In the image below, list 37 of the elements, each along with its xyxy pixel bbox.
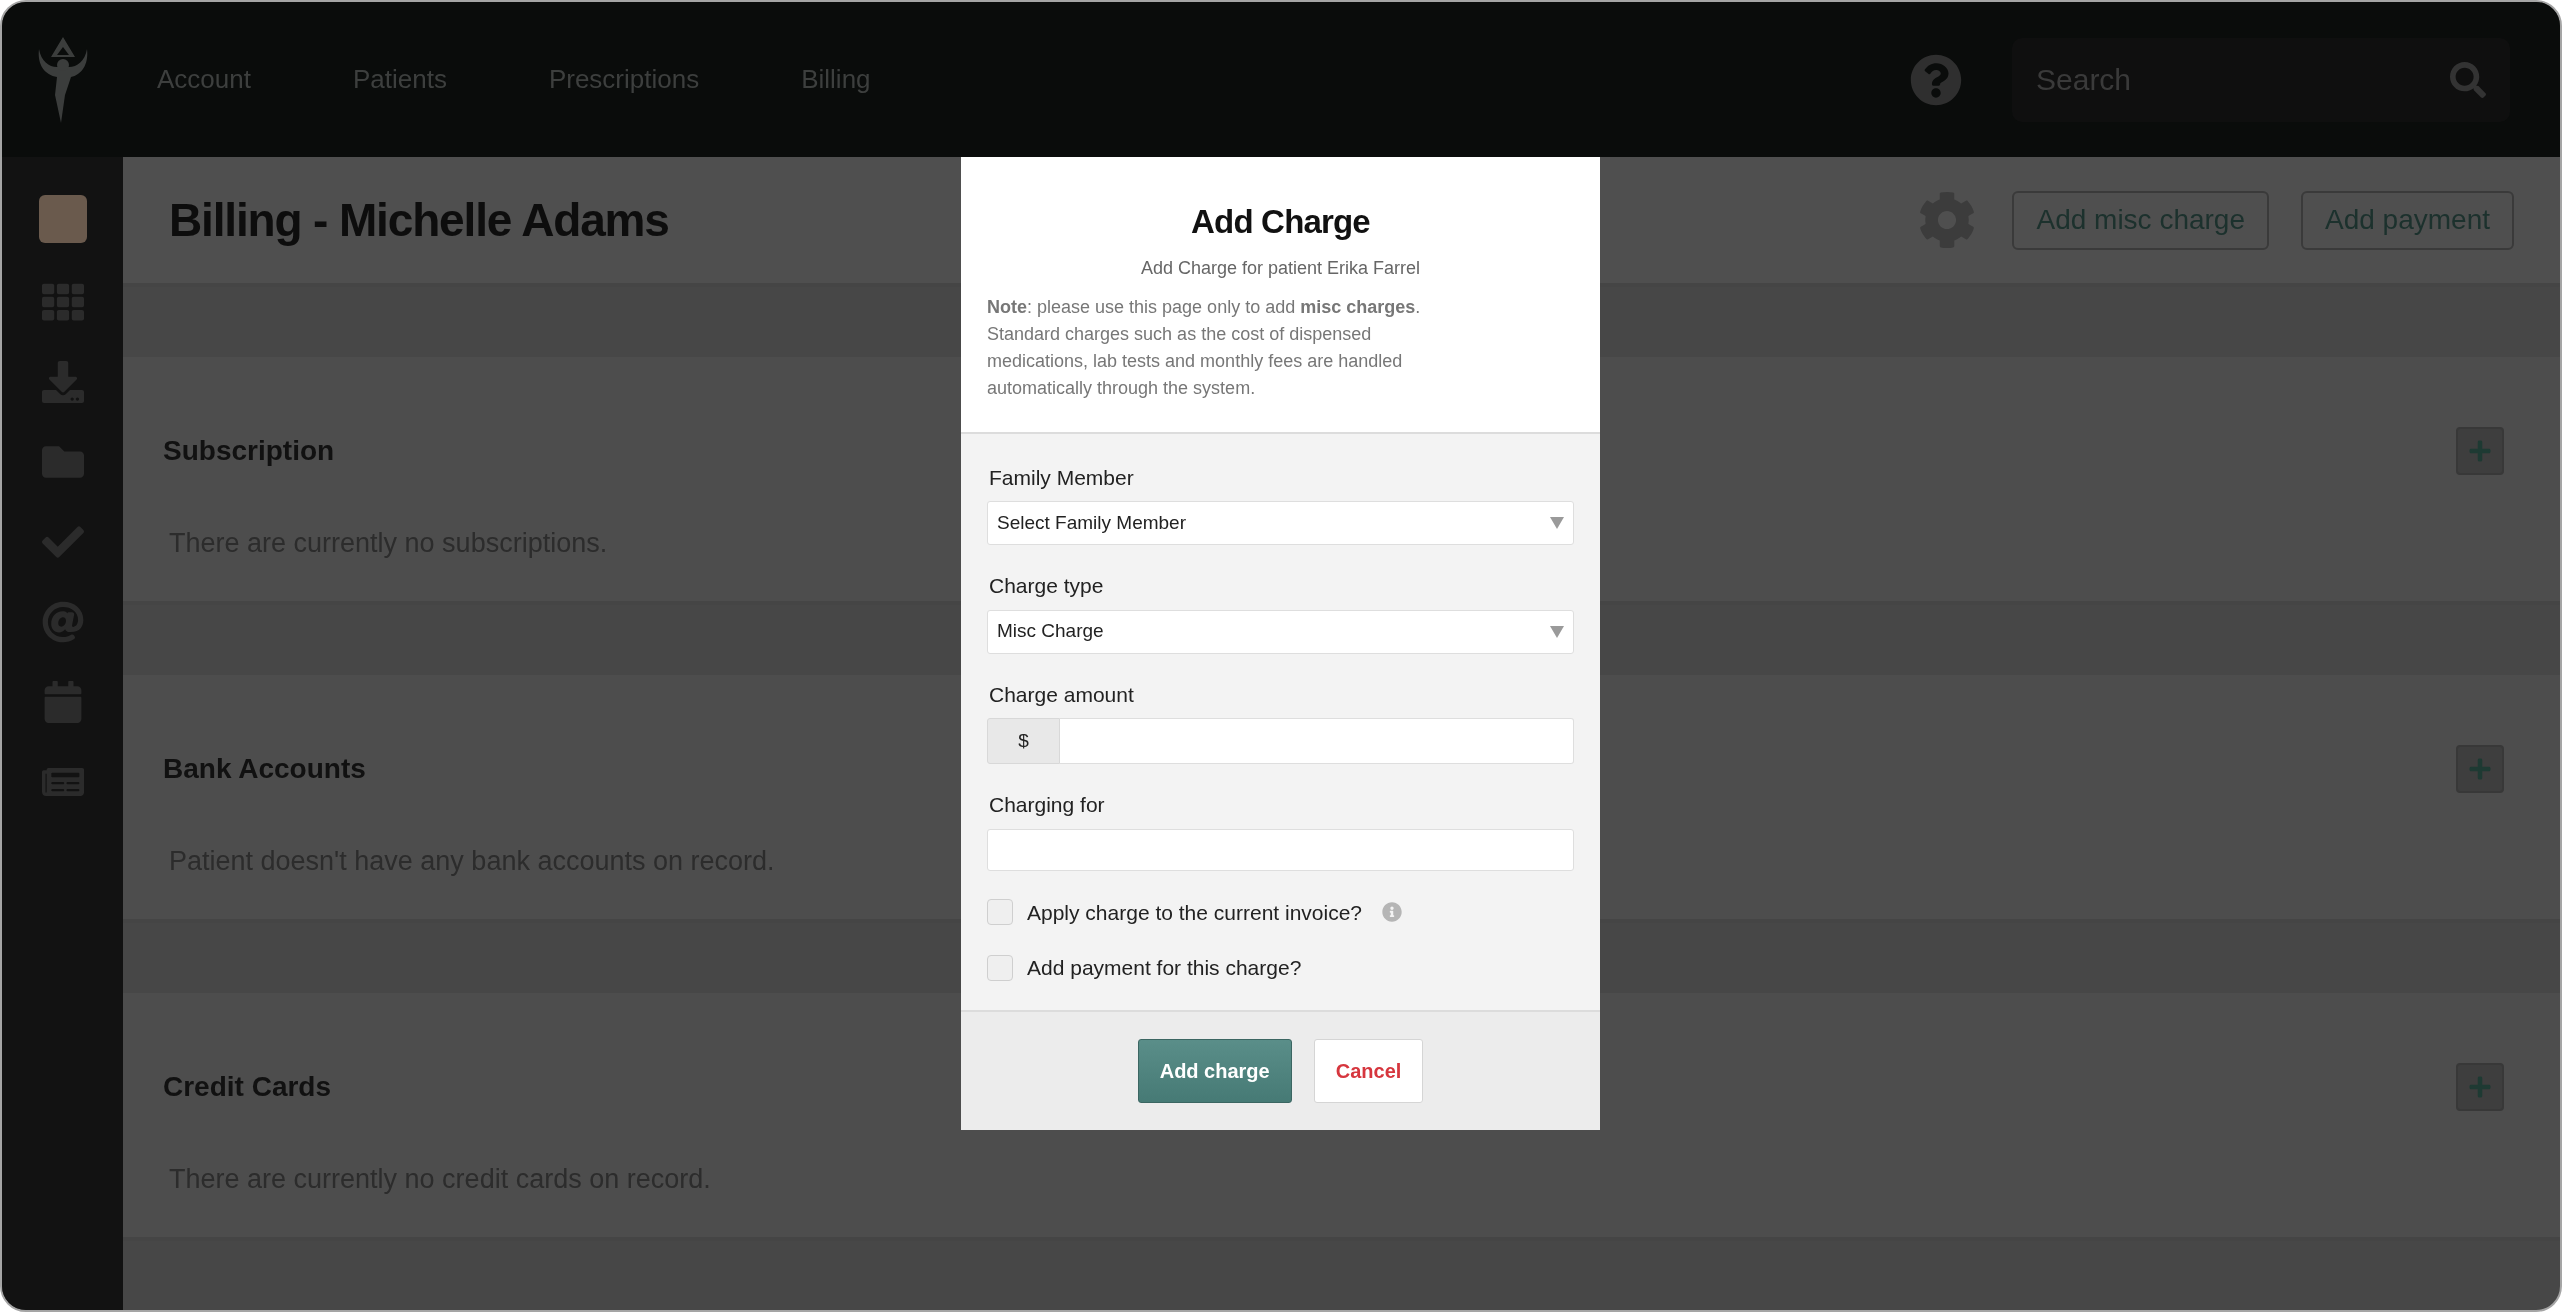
field-label: Family Member — [988, 464, 1135, 491]
amount-input-field[interactable] — [1060, 718, 1574, 764]
checkbox[interactable] — [987, 899, 1013, 926]
info-icon[interactable] — [1382, 902, 1403, 923]
help-icon[interactable] — [1910, 53, 1962, 106]
dropdown-field[interactable]: Select Family Member — [987, 501, 1574, 545]
currency-prefix: $ — [987, 718, 1060, 764]
dropdown-arrow-icon — [1550, 517, 1564, 529]
note-paragraph: Note: please use this page only to add misc charges. Standard charges such as the cost of dispensed medications, lab tests and monthly fees are handled automatically through the system. — [987, 295, 1422, 400]
field-label: Charging for — [988, 792, 1106, 818]
avatar-photo-placeholder[interactable] — [38, 195, 87, 243]
grid-icon[interactable] — [41, 281, 84, 323]
field-label: Charge type — [988, 573, 1105, 599]
page-title: Billing - Michelle Adams — [169, 192, 669, 248]
field-label: Charge amount — [988, 681, 1135, 708]
cancel-button[interactable]: Cancel — [1313, 1038, 1424, 1103]
section-title: Subscription — [163, 434, 335, 468]
plus-icon — [2468, 439, 2492, 463]
section-title: Bank Accounts — [163, 752, 366, 786]
checkbox-label: Apply charge to the current invoice? — [1027, 899, 1363, 926]
add-button[interactable] — [2456, 1063, 2504, 1111]
modal-title: Add Charge — [1190, 202, 1371, 242]
add-button[interactable] — [2456, 427, 2504, 475]
plus-icon — [2468, 757, 2492, 781]
search-icon[interactable] — [2450, 61, 2486, 98]
dropdown-arrow-icon — [1550, 625, 1564, 638]
at-sign-icon[interactable] — [41, 601, 84, 643]
checkbox[interactable] — [987, 954, 1013, 981]
section-title: Credit Cards — [163, 1070, 332, 1104]
plus-icon — [2468, 1075, 2492, 1099]
add-button[interactable] — [2456, 745, 2504, 793]
text-input-field[interactable] — [987, 828, 1574, 871]
modal-subtitle: Add Charge for patient Erika Farrel — [1139, 256, 1422, 280]
dropdown-field[interactable]: Misc Charge — [987, 609, 1574, 654]
add-charge-button[interactable]: Add charge — [1137, 1038, 1292, 1103]
download-icon[interactable] — [41, 361, 84, 403]
checkbox-label: Add payment for this charge? — [1027, 955, 1302, 981]
